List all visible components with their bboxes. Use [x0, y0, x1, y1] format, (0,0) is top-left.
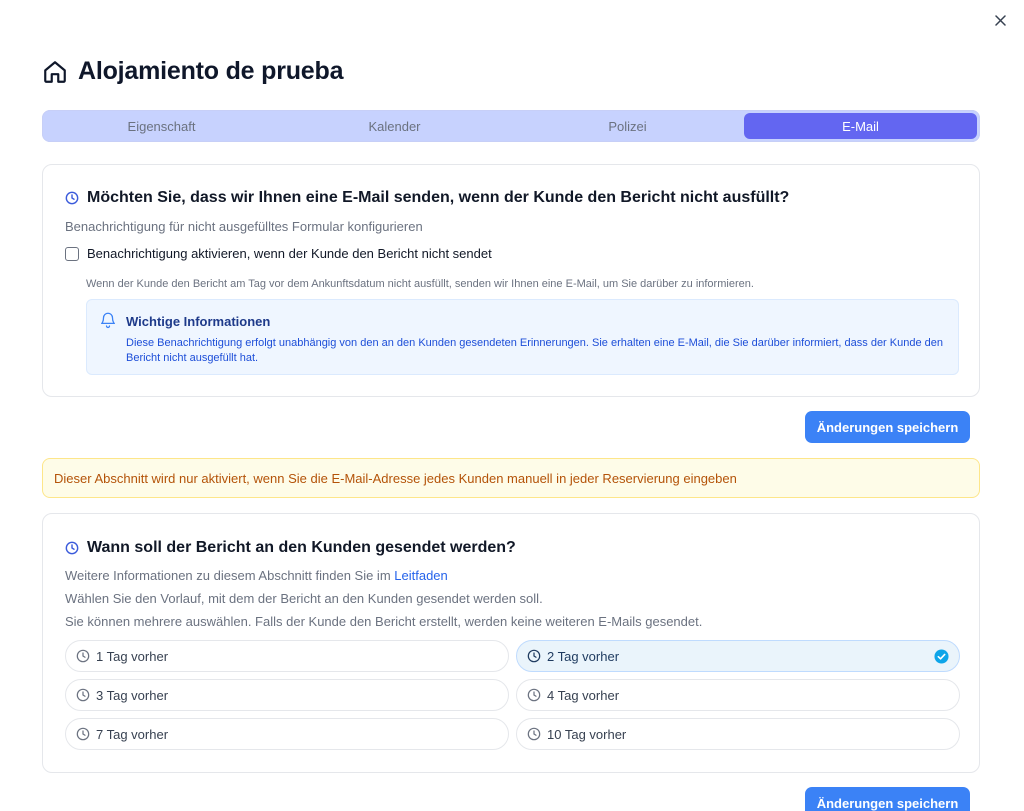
- notification-note: Wenn der Kunde den Bericht am Tag vor de…: [86, 278, 754, 290]
- option-4-days[interactable]: 4 Tag vorher: [516, 679, 960, 711]
- option-2-days[interactable]: 2 Tag vorher: [516, 640, 960, 672]
- house-icon: [44, 60, 66, 83]
- warning-banner: Dieser Abschnitt wird nur aktiviert, wen…: [42, 458, 980, 498]
- option-label: 10 Tag vorher: [547, 726, 627, 742]
- info-title: Wichtige Informationen: [126, 314, 271, 329]
- info-text: Diese Benachrichtigung erfolgt unabhängi…: [126, 337, 943, 364]
- schedule-options: 1 Tag vorher 2 Tag vorher 3 Tag vorher 4…: [65, 640, 960, 750]
- page-header: Alojamiento de prueba: [42, 57, 343, 86]
- notification-title-text: Möchten Sie, dass wir Ihnen eine E-Mail …: [87, 189, 790, 206]
- clock-icon: [527, 688, 541, 702]
- info-box: Wichtige Informationen Diese Benachricht…: [86, 299, 959, 375]
- guide-line: Weitere Informationen zu diesem Abschnit…: [65, 568, 448, 583]
- clock-icon: [76, 727, 90, 741]
- tab-polizei[interactable]: Polizei: [511, 113, 744, 139]
- clock-icon: [527, 649, 541, 663]
- option-1-day[interactable]: 1 Tag vorher: [65, 640, 509, 672]
- clock-icon: [65, 541, 79, 555]
- schedule-card: Wann soll der Bericht an den Kunden gese…: [42, 513, 980, 773]
- bell-icon: [100, 312, 116, 329]
- enable-notification-checkbox[interactable]: [65, 246, 79, 261]
- save-schedule-button[interactable]: Änderungen speichern: [805, 787, 970, 811]
- check-circle-icon: [934, 649, 949, 664]
- close-button[interactable]: [990, 10, 1010, 30]
- notification-card-title: Möchten Sie, dass wir Ihnen eine E-Mail …: [65, 189, 789, 207]
- clock-icon: [76, 649, 90, 663]
- warning-text: Dieser Abschnitt wird nur aktiviert, wen…: [54, 470, 737, 486]
- tab-bar: Eigenschaft Kalender Polizei E-Mail: [42, 110, 980, 142]
- option-label: 1 Tag vorher: [96, 648, 169, 664]
- guide-prefix: Weitere Informationen zu diesem Abschnit…: [65, 568, 395, 583]
- option-label: 7 Tag vorher: [96, 726, 169, 742]
- close-icon: [994, 14, 1006, 26]
- schedule-title-text: Wann soll der Bericht an den Kunden gese…: [87, 539, 516, 556]
- schedule-multi-note: Sie können mehrere auswählen. Falls der …: [65, 614, 703, 629]
- option-label: 3 Tag vorher: [96, 687, 169, 703]
- option-7-days[interactable]: 7 Tag vorher: [65, 718, 509, 750]
- option-label: 4 Tag vorher: [547, 687, 620, 703]
- option-10-days[interactable]: 10 Tag vorher: [516, 718, 960, 750]
- guide-link[interactable]: Leitfaden: [394, 568, 448, 583]
- option-3-days[interactable]: 3 Tag vorher: [65, 679, 509, 711]
- option-label: 2 Tag vorher: [547, 648, 620, 664]
- save-notification-button[interactable]: Änderungen speichern: [805, 411, 970, 443]
- tab-email[interactable]: E-Mail: [744, 113, 977, 139]
- tab-kalender[interactable]: Kalender: [278, 113, 511, 139]
- notification-card: Möchten Sie, dass wir Ihnen eine E-Mail …: [42, 164, 980, 397]
- clock-icon: [65, 191, 79, 205]
- schedule-card-title: Wann soll der Bericht an den Kunden gese…: [65, 539, 516, 557]
- enable-notification-row[interactable]: Benachrichtigung aktivieren, wenn der Ku…: [65, 246, 492, 261]
- page-title: Alojamiento de prueba: [78, 57, 344, 85]
- clock-icon: [527, 727, 541, 741]
- tab-eigenschaft[interactable]: Eigenschaft: [45, 113, 278, 139]
- notification-subtitle: Benachrichtigung für nicht ausgefülltes …: [65, 219, 423, 234]
- enable-notification-label[interactable]: Benachrichtigung aktivieren, wenn der Ku…: [87, 246, 492, 261]
- clock-icon: [76, 688, 90, 702]
- schedule-description: Wählen Sie den Vorlauf, mit dem der Beri…: [65, 591, 543, 606]
